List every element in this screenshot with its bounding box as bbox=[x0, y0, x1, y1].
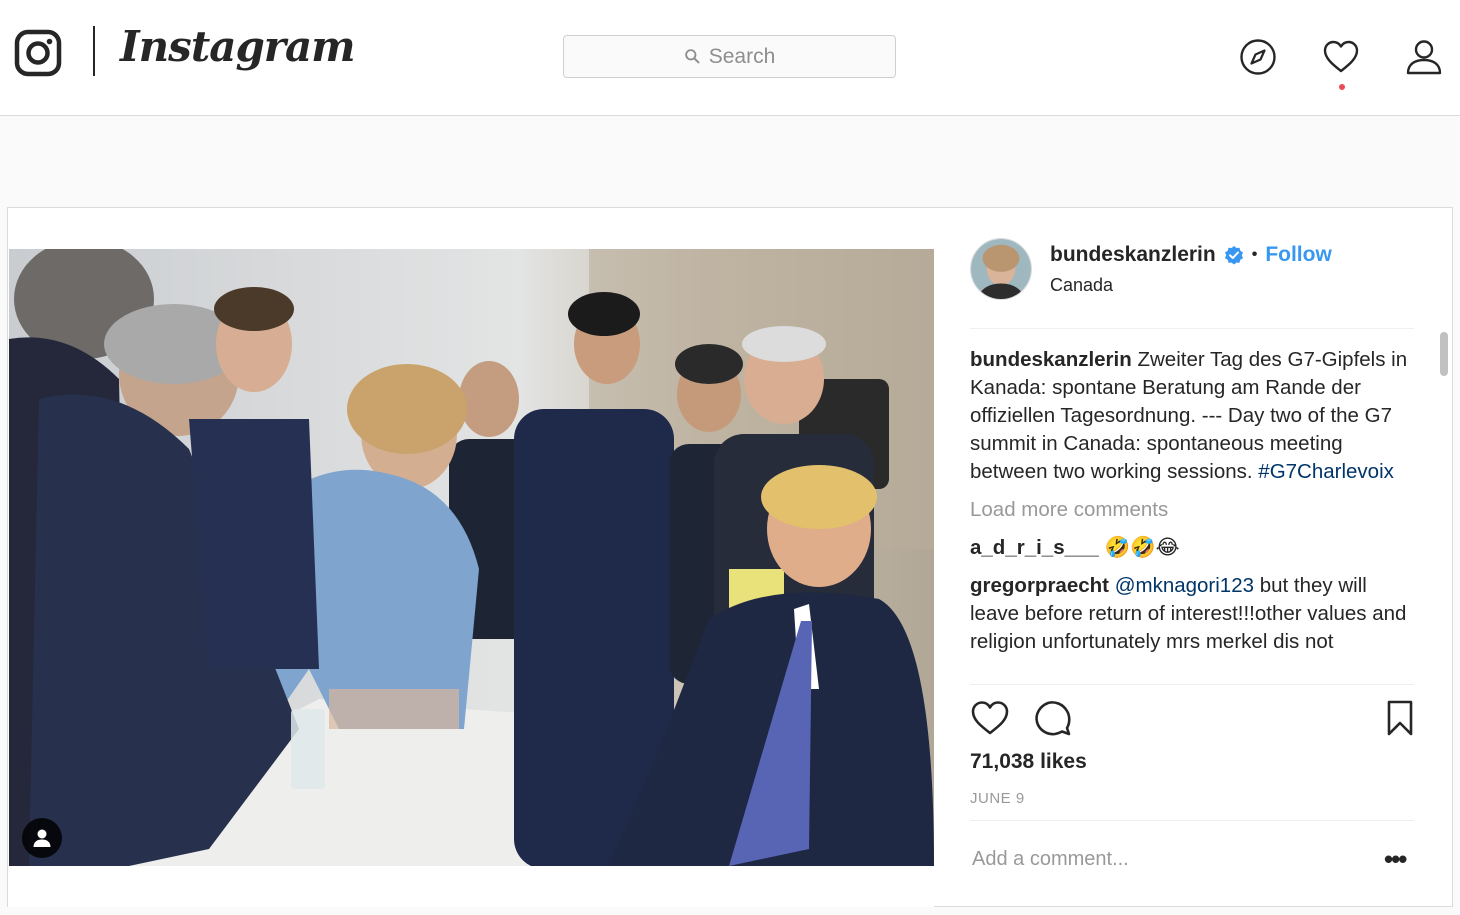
caption: bundeskanzlerin Zweiter Tag des G7-Gipfe… bbox=[970, 346, 1410, 486]
post-sidebar: bundeskanzlerin • Follow Canada bundeska… bbox=[934, 208, 1454, 907]
caption-username[interactable]: bundeskanzlerin bbox=[970, 348, 1132, 371]
instagram-wordmark[interactable]: Instagram bbox=[120, 22, 356, 71]
follow-button[interactable]: Follow bbox=[1265, 243, 1332, 267]
comment-username[interactable]: a_d_r_i_s___ bbox=[970, 536, 1099, 559]
post-media bbox=[8, 208, 934, 907]
caption-hashtag[interactable]: #G7Charlevoix bbox=[1258, 460, 1394, 483]
comments-list[interactable]: bundeskanzlerin Zweiter Tag des G7-Gipfe… bbox=[970, 346, 1410, 684]
instagram-glyph-icon[interactable] bbox=[14, 29, 62, 77]
avatar[interactable] bbox=[970, 238, 1032, 300]
post-username[interactable]: bundeskanzlerin bbox=[1050, 243, 1216, 267]
post-header: bundeskanzlerin • Follow bbox=[1050, 243, 1332, 267]
comment-item: gregorpraecht @mknagori123 but they will… bbox=[970, 572, 1410, 656]
logo-divider bbox=[93, 26, 95, 76]
speech-bubble-icon[interactable] bbox=[1032, 698, 1072, 738]
comment-item: a_d_r_i_s___ 🤣🤣😂 bbox=[970, 534, 1410, 562]
heart-outline-icon[interactable] bbox=[970, 698, 1010, 738]
likes-count[interactable]: 71,038 likes bbox=[970, 750, 1087, 774]
search-input[interactable]: Search bbox=[563, 35, 896, 78]
heart-icon[interactable] bbox=[1322, 38, 1360, 76]
comment-text: 🤣🤣😂 bbox=[1104, 536, 1180, 559]
post-photo[interactable] bbox=[9, 249, 934, 866]
comment-username[interactable]: gregorpraecht bbox=[970, 574, 1109, 597]
divider bbox=[970, 820, 1414, 821]
top-navigation-bar: Instagram Search bbox=[0, 0, 1460, 116]
person-icon[interactable] bbox=[1405, 38, 1443, 76]
comments-scrollbar[interactable] bbox=[1440, 332, 1448, 376]
comment-mention[interactable]: @mknagori123 bbox=[1115, 574, 1254, 597]
more-options-button[interactable]: ••• bbox=[1384, 844, 1407, 875]
add-comment-input[interactable] bbox=[972, 848, 1352, 871]
verified-badge-icon bbox=[1224, 246, 1243, 265]
separator-dot: • bbox=[1251, 246, 1258, 263]
notification-dot bbox=[1339, 84, 1345, 90]
bookmark-icon[interactable] bbox=[1380, 698, 1420, 738]
divider bbox=[970, 328, 1414, 329]
tagged-users-button[interactable] bbox=[22, 818, 62, 858]
load-more-comments-button[interactable]: Load more comments bbox=[970, 496, 1410, 524]
post-card: bundeskanzlerin • Follow Canada bundeska… bbox=[7, 207, 1453, 907]
compass-icon[interactable] bbox=[1239, 38, 1277, 76]
divider bbox=[970, 684, 1414, 685]
search-placeholder: Search bbox=[708, 44, 776, 68]
search-icon bbox=[684, 49, 700, 64]
post-date[interactable]: JUNE 9 bbox=[970, 790, 1025, 807]
person-tag-icon bbox=[33, 829, 51, 847]
post-location[interactable]: Canada bbox=[1050, 275, 1113, 296]
